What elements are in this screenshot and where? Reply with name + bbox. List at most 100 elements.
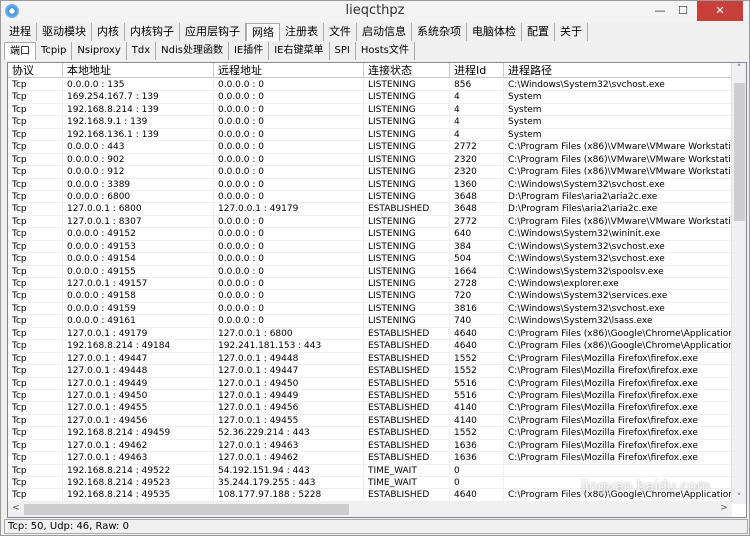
minimize-button[interactable]: — bbox=[649, 1, 671, 21]
main-tab[interactable]: 应用层钩子 bbox=[180, 23, 246, 41]
table-cell: 0.0.0.0 : 0 bbox=[214, 79, 364, 91]
table-row[interactable]: Tcp 0.0.0.0 : 49161 0.0.0.0 : 0 LISTENING 74… bbox=[8, 315, 732, 328]
table-cell: LISTENING bbox=[364, 315, 450, 327]
table-row[interactable]: Tcp 127.0.0.1 : 49462 127.0.0.1 : 49463 EST… bbox=[8, 439, 732, 453]
main-tab[interactable]: 注册表 bbox=[280, 23, 324, 41]
sub-tab[interactable]: 端口 bbox=[4, 42, 36, 60]
table-row[interactable]: Tcp 0.0.0.0 : 912 0.0.0.0 : 0 LISTENING 2320… bbox=[8, 166, 732, 179]
main-tab[interactable]: 电脑体检 bbox=[467, 23, 522, 41]
table-row[interactable]: Tcp 127.0.0.1 : 49179 127.0.0.1 : 6800 ESTA… bbox=[8, 327, 732, 341]
table-cell: C:\Program Files\Mozilla Firefox\firefox… bbox=[504, 365, 732, 377]
table-row[interactable]: Tcp 127.0.0.1 : 49455 127.0.0.1 : 49456 EST… bbox=[8, 402, 732, 415]
table-row[interactable]: Tcp 0.0.0.0 : 443 0.0.0.0 : 0 LISTENING 2772… bbox=[8, 141, 732, 154]
table-row[interactable]: Tcp 0.0.0.0 : 49154 0.0.0.0 : 0 LISTENING 50… bbox=[8, 253, 732, 266]
close-button[interactable]: ✕ bbox=[697, 1, 743, 21]
table-row[interactable]: Tcp 127.0.0.1 : 49456 127.0.0.1 : 49455 EST… bbox=[8, 414, 732, 428]
table-row[interactable]: Tcp 0.0.0.0 : 49155 0.0.0.0 : 0 LISTENING 16… bbox=[8, 265, 732, 278]
table-cell: Tcp bbox=[8, 103, 63, 116]
sub-tab[interactable]: SPI bbox=[330, 42, 356, 60]
column-header[interactable]: 本地地址 bbox=[63, 63, 214, 77]
column-header[interactable]: 连接状态 bbox=[364, 63, 450, 77]
table-cell: C:\Program Files (x86)\Google\Chrome\App… bbox=[504, 327, 732, 340]
main-tab[interactable]: 启动信息 bbox=[357, 23, 412, 41]
table-cell: System bbox=[504, 116, 732, 128]
table-row[interactable]: Tcp 127.0.0.1 : 49448 127.0.0.1 : 49447 EST… bbox=[8, 365, 732, 378]
table-cell: 192.168.8.214 : 49184 bbox=[63, 340, 214, 352]
sub-tab-bar: 端口 Tcpip Nsiproxy Tdx Ndis处理函数 IE插件 IE右键菜单 SPI H… bbox=[4, 42, 415, 60]
column-header[interactable]: 进程Id bbox=[450, 63, 504, 77]
table-cell: 127.0.0.1 : 49179 bbox=[63, 327, 214, 340]
main-tab[interactable]: 内核 bbox=[92, 23, 125, 41]
table-row[interactable]: Tcp 0.0.0.0 : 49158 0.0.0.0 : 0 LISTENING 72… bbox=[8, 290, 732, 303]
table-cell: ESTABLISHED bbox=[364, 352, 450, 365]
table-cell: ESTABLISHED bbox=[364, 489, 450, 501]
table-row[interactable]: Tcp 192.168.8.214 : 49459 52.36.229.214 : … bbox=[8, 427, 732, 440]
table-cell: 0 bbox=[450, 477, 504, 489]
table-row[interactable]: Tcp 192.168.8.214 : 139 0.0.0.0 : 0 LISTENI… bbox=[8, 103, 732, 117]
horizontal-scrollbar[interactable]: < > bbox=[8, 502, 732, 517]
table-row[interactable]: Tcp 0.0.0.0 : 49153 0.0.0.0 : 0 LISTENING 38… bbox=[8, 240, 732, 254]
table-row[interactable]: Tcp 0.0.0.0 : 49159 0.0.0.0 : 0 LISTENING 38… bbox=[8, 302, 732, 316]
table-cell: Tcp bbox=[8, 477, 63, 489]
table-cell: 127.0.0.1 : 49463 bbox=[214, 439, 364, 452]
table-cell: LISTENING bbox=[364, 116, 450, 128]
table-cell: 192.168.8.214 : 49535 bbox=[63, 489, 214, 501]
table-cell: Tcp bbox=[8, 315, 63, 327]
table-cell: 2320 bbox=[450, 153, 504, 166]
table-row[interactable]: Tcp 0.0.0.0 : 49152 0.0.0.0 : 0 LISTENING 64… bbox=[8, 228, 732, 241]
table-cell: Tcp bbox=[8, 278, 63, 290]
scroll-down-icon[interactable]: ˅ bbox=[732, 493, 746, 503]
table-row[interactable]: Tcp 192.168.8.214 : 49184 192.241.181.153 … bbox=[8, 340, 732, 353]
vertical-scrollbar[interactable]: ˄ ˅ bbox=[731, 63, 746, 504]
table-row[interactable]: Tcp 127.0.0.1 : 8307 0.0.0.0 : 0 LISTENING 2… bbox=[8, 215, 732, 229]
connections-table: 协议 本地地址 远程地址 连接状态 进程Id 进程路径 Tcp 0.0.0.0 : 135 0… bbox=[7, 62, 747, 518]
table-row[interactable]: Tcp 127.0.0.1 : 49450 127.0.0.1 : 49449 EST… bbox=[8, 389, 732, 403]
table-row[interactable]: Tcp 169.254.167.7 : 139 0.0.0.0 : 0 LISTENI… bbox=[8, 91, 732, 104]
column-header[interactable]: 协议 bbox=[8, 63, 63, 77]
main-tab[interactable]: 系统杂项 bbox=[412, 23, 467, 41]
table-row[interactable]: Tcp 0.0.0.0 : 6800 0.0.0.0 : 0 LISTENING 364… bbox=[8, 190, 732, 204]
table-cell: 0.0.0.0 : 0 bbox=[214, 153, 364, 166]
sub-tab[interactable]: Hosts文件 bbox=[356, 42, 415, 60]
table-row[interactable]: Tcp 127.0.0.1 : 6800 127.0.0.1 : 49179 ESTA… bbox=[8, 203, 732, 216]
main-tab[interactable]: 进程 bbox=[4, 23, 37, 41]
sub-tab[interactable]: Tdx bbox=[127, 42, 157, 60]
table-cell: LISTENING bbox=[364, 240, 450, 253]
column-header[interactable]: 远程地址 bbox=[214, 63, 364, 77]
scroll-right-icon[interactable]: > bbox=[717, 503, 731, 513]
table-cell: 3816 bbox=[450, 302, 504, 315]
table-row[interactable]: Tcp 0.0.0.0 : 902 0.0.0.0 : 0 LISTENING 2320… bbox=[8, 153, 732, 167]
sub-tab[interactable]: Tcpip bbox=[36, 42, 73, 60]
sub-tab[interactable]: Ndis处理函数 bbox=[156, 42, 229, 60]
table-row[interactable]: Tcp 127.0.0.1 : 49449 127.0.0.1 : 49450 EST… bbox=[8, 377, 732, 390]
horizontal-scroll-thumb[interactable] bbox=[24, 504, 349, 515]
sub-tab[interactable]: IE插件 bbox=[229, 42, 270, 60]
table-row[interactable]: Tcp 127.0.0.1 : 49447 127.0.0.1 : 49448 EST… bbox=[8, 352, 732, 366]
main-tab[interactable]: 配置 bbox=[522, 23, 555, 41]
table-cell: ESTABLISHED bbox=[364, 389, 450, 402]
table-cell: Tcp bbox=[8, 228, 63, 240]
table-cell: LISTENING bbox=[364, 190, 450, 203]
main-tab[interactable]: 内核钩子 bbox=[125, 23, 180, 41]
table-row[interactable]: Tcp 0.0.0.0 : 3389 0.0.0.0 : 0 LISTENING 136… bbox=[8, 178, 732, 191]
main-tab[interactable]: 网络 bbox=[246, 23, 280, 41]
scroll-up-icon[interactable]: ˄ bbox=[732, 64, 746, 74]
table-row[interactable]: Tcp 127.0.0.1 : 49157 0.0.0.0 : 0 LISTENING… bbox=[8, 278, 732, 291]
table-cell: 0.0.0.0 : 49153 bbox=[63, 240, 214, 253]
table-cell: 127.0.0.1 : 49450 bbox=[214, 377, 364, 389]
sub-tab[interactable]: IE右键菜单 bbox=[269, 42, 330, 60]
main-tab[interactable]: 关于 bbox=[555, 23, 588, 41]
table-row[interactable]: Tcp 127.0.0.1 : 49463 127.0.0.1 : 49462 EST… bbox=[8, 452, 732, 465]
main-tab[interactable]: 文件 bbox=[324, 23, 357, 41]
table-row[interactable]: Tcp 192.168.136.1 : 139 0.0.0.0 : 0 LISTENI… bbox=[8, 128, 732, 142]
maximize-button[interactable]: ☐ bbox=[672, 1, 694, 21]
table-row[interactable]: Tcp 0.0.0.0 : 135 0.0.0.0 : 0 LISTENING 856 C… bbox=[8, 79, 732, 92]
scroll-left-icon[interactable]: < bbox=[9, 503, 23, 513]
table-cell: 5516 bbox=[450, 389, 504, 402]
sub-tab[interactable]: Nsiproxy bbox=[72, 42, 127, 60]
table-row[interactable]: Tcp 192.168.9.1 : 139 0.0.0.0 : 0 LISTENING… bbox=[8, 116, 732, 129]
vertical-scroll-thumb[interactable] bbox=[734, 83, 745, 221]
table-row[interactable]: Tcp 192.168.8.214 : 49522 54.192.151.94 : … bbox=[8, 464, 732, 477]
main-tab[interactable]: 驱动模块 bbox=[37, 23, 92, 41]
column-header[interactable]: 进程路径 bbox=[504, 63, 732, 77]
